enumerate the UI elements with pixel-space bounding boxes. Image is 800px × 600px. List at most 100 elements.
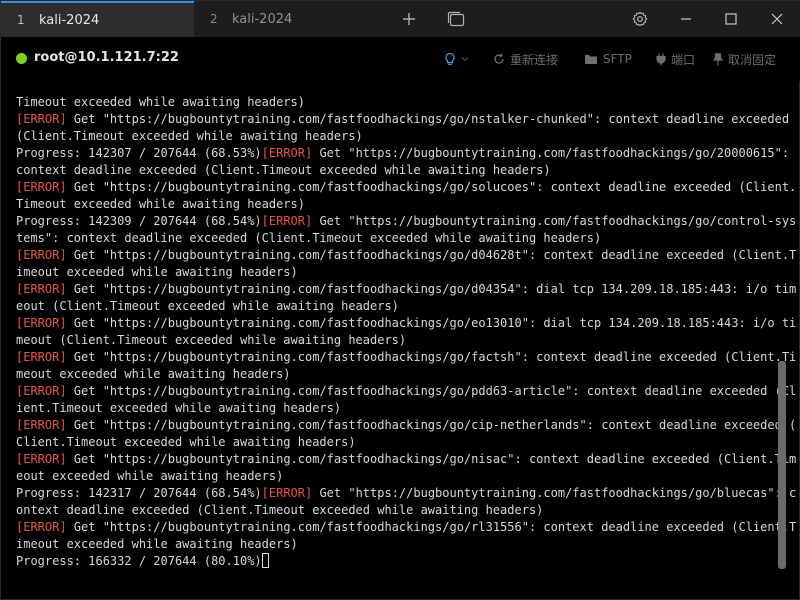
close-icon <box>771 13 783 25</box>
terminal-cursor <box>261 553 269 568</box>
error-tag: [ERROR] <box>16 282 67 296</box>
tab-2[interactable]: 2 kali-2024 <box>194 1 374 37</box>
terminal-window: 1 kali-2024 2 kali-2024 root@10.1.121.7:… <box>0 0 800 600</box>
terminal-text: Get "https://bugbountytraining.com/fastf… <box>66 248 797 262</box>
reconnect-button[interactable]: 重新连接 <box>493 50 558 68</box>
pin-icon <box>713 52 723 65</box>
error-tag: [ERROR] <box>16 112 67 126</box>
hint-button[interactable] <box>444 50 474 68</box>
folder-icon <box>585 55 597 64</box>
terminal-line: Timeout exceeded while awaiting headers) <box>16 94 776 111</box>
terminal-line: (Client.Timeout exceeded while awaiting … <box>16 128 776 145</box>
terminal-text: meout (Client.Timeout exceeded while awa… <box>16 333 407 347</box>
terminal-text: Get "https://bugbountytraining.com/fastf… <box>66 384 797 398</box>
error-tag: [ERROR] <box>261 486 313 500</box>
error-tag: [ERROR] <box>16 350 67 364</box>
terminal-line: Timeout exceeded while awaiting headers) <box>16 196 776 213</box>
terminal-text: Get "https://bugbountytraining.com/fastf… <box>66 316 797 330</box>
error-tag: [ERROR] <box>261 214 313 228</box>
maximize-icon <box>725 13 737 25</box>
terminal-line: ontext deadline exceeded (Client.Timeout… <box>16 502 776 519</box>
plus-icon <box>403 13 415 25</box>
terminal-line: [ERROR] Get "https://bugbountytraining.c… <box>16 349 796 366</box>
close-button[interactable] <box>759 1 795 37</box>
new-tab-button[interactable] <box>391 1 427 37</box>
gear-icon <box>632 11 648 27</box>
terminal-line: [ERROR] Get "https://bugbountytraining.c… <box>16 179 796 196</box>
terminal-text: Get "https://bugbountytraining.com/fastf… <box>66 112 790 126</box>
minimize-button[interactable] <box>668 1 704 37</box>
terminal-text: Progress: 142307 / 207644 (68.53%) <box>16 146 262 160</box>
maximize-button[interactable] <box>713 1 749 37</box>
terminal-line: [ERROR] Get "https://bugbountytraining.c… <box>16 383 796 400</box>
terminal-text: ontext deadline exceeded (Client.Timeout… <box>16 503 544 517</box>
terminal-text: Get "https://bugbountytraining.com/fastf… <box>312 146 790 160</box>
terminal-line: eout exceeded while awaiting headers) <box>16 468 776 485</box>
terminal-text: Get "https://bugbountytraining.com/fastf… <box>66 520 797 534</box>
refresh-icon <box>494 53 504 64</box>
tab-label: kali-2024 <box>232 11 293 27</box>
chevron-down-icon <box>461 57 469 62</box>
terminal-line: Client.Timeout exceeded while awaiting h… <box>16 434 776 451</box>
tab-1[interactable]: 1 kali-2024 <box>1 1 194 37</box>
error-tag: [ERROR] <box>16 418 67 432</box>
terminal-text: (Client.Timeout exceeded while awaiting … <box>16 129 363 143</box>
terminal-line: [ERROR] Get "https://bugbountytraining.c… <box>16 111 789 128</box>
sftp-button[interactable]: SFTP <box>584 50 632 68</box>
terminal-scrollbar[interactable] <box>778 361 786 569</box>
tab-list-button[interactable] <box>438 1 474 37</box>
error-tag: [ERROR] <box>16 520 67 534</box>
terminal-line: Progress: 142309 / 207644 (68.54%)[ERROR… <box>16 213 796 230</box>
terminal-line: [ERROR] Get "https://bugbountytraining.c… <box>16 315 796 332</box>
terminal-line: tems": context deadline exceeded (Client… <box>16 230 776 247</box>
connection-status-dot <box>16 53 27 64</box>
tab-number: 2 <box>210 12 218 26</box>
settings-button[interactable] <box>622 1 658 37</box>
tab-number: 1 <box>17 13 25 27</box>
terminal-line: [ERROR] Get "https://bugbountytraining.c… <box>16 247 796 264</box>
terminal-line: [ERROR] Get "https://bugbountytraining.c… <box>16 281 796 298</box>
terminal-line: imeout exceeded while awaiting headers) <box>16 536 776 553</box>
terminal-line: meout (Client.Timeout exceeded while awa… <box>16 332 776 349</box>
terminal-text: Progress: 166332 / 207644 (80.10%) <box>16 554 262 568</box>
port-button[interactable]: 端口 <box>656 50 695 68</box>
plug-icon <box>656 53 666 65</box>
minimize-icon <box>681 18 691 20</box>
terminal-text: context deadline exceeded (Client.Timeou… <box>16 163 551 177</box>
error-tag: [ERROR] <box>16 384 67 398</box>
sftp-label: SFTP <box>603 52 632 66</box>
terminal-text: Client.Timeout exceeded while awaiting h… <box>16 435 356 449</box>
error-tag: [ERROR] <box>16 248 67 262</box>
terminal-text: imeout exceeded while awaiting headers) <box>16 265 298 279</box>
terminal-text: meout exceeded while awaiting headers) <box>16 367 291 381</box>
terminal-line: ient.Timeout exceeded while awaiting hea… <box>16 400 776 417</box>
unpin-label: 取消固定 <box>728 52 777 67</box>
terminal-line: [ERROR] Get "https://bugbountytraining.c… <box>16 417 796 434</box>
terminal-text: eout (Client.Timeout exceeded while awai… <box>16 299 399 313</box>
terminal-text: Get "https://bugbountytraining.com/fastf… <box>66 282 797 296</box>
reconnect-label: 重新连接 <box>510 52 559 67</box>
tab-bar: 1 kali-2024 2 kali-2024 <box>1 1 800 37</box>
terminal-line: [ERROR] Get "https://bugbountytraining.c… <box>16 519 796 536</box>
terminal-line: Progress: 142307 / 207644 (68.53%)[ERROR… <box>16 145 789 162</box>
terminal-line: context deadline exceeded (Client.Timeou… <box>16 162 776 179</box>
terminal-text: Get "https://bugbountytraining.com/fastf… <box>66 418 797 432</box>
terminal-output[interactable]: Timeout exceeded while awaiting headers)… <box>16 94 796 570</box>
terminal-text: ient.Timeout exceeded while awaiting hea… <box>16 401 342 415</box>
terminal-text: Progress: 142317 / 207644 (68.54%) <box>16 486 262 500</box>
tab-list-icon <box>447 11 465 27</box>
terminal-text: imeout exceeded while awaiting headers) <box>16 537 298 551</box>
terminal-text: Get "https://bugbountytraining.com/fastf… <box>312 214 797 228</box>
terminal-text: Get "https://bugbountytraining.com/fastf… <box>66 452 797 466</box>
terminal-text: Get "https://bugbountytraining.com/fastf… <box>66 180 797 194</box>
unpin-button[interactable]: 取消固定 <box>713 50 776 68</box>
terminal-text: Progress: 142309 / 207644 (68.54%) <box>16 214 262 228</box>
error-tag: [ERROR] <box>16 180 67 194</box>
lightbulb-icon <box>445 52 455 65</box>
terminal-text: Timeout exceeded while awaiting headers) <box>16 95 305 109</box>
terminal-line: [ERROR] Get "https://bugbountytraining.c… <box>16 451 796 468</box>
terminal-line: Progress: 166332 / 207644 (80.10%) <box>16 553 776 570</box>
terminal-line: eout (Client.Timeout exceeded while awai… <box>16 298 776 315</box>
error-tag: [ERROR] <box>16 316 67 330</box>
tab-label: kali-2024 <box>39 12 100 28</box>
